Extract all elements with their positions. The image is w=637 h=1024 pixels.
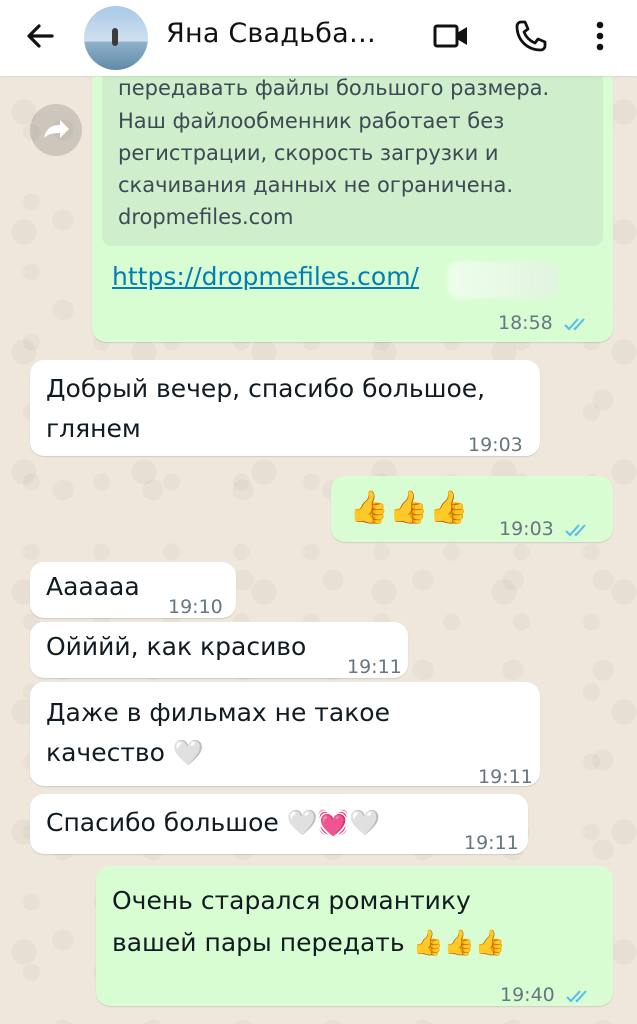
- message-time: 19:11: [478, 766, 533, 788]
- message-bubble-incoming[interactable]: Добрый вечер, спасибо большое, глянем 19…: [30, 360, 540, 456]
- message-time: 19:03: [468, 434, 523, 456]
- message-link[interactable]: https://dropmefiles.com/: [112, 262, 419, 291]
- chat-header: Яна Свадьба…: [0, 0, 637, 76]
- message-time: 18:58: [498, 312, 591, 334]
- read-receipt-icon: [565, 523, 586, 536]
- message-bubble-incoming[interactable]: Аааааа 19:10: [30, 562, 236, 618]
- message-time: 19:40: [500, 976, 593, 1014]
- read-receipt-icon: [564, 317, 585, 330]
- message-time: 19:11: [464, 832, 519, 854]
- preview-line: регистрации, скорость загрузки и: [118, 141, 499, 165]
- contact-name[interactable]: Яна Свадьба…: [166, 18, 376, 49]
- preview-line: передавать файлы большого размера.: [118, 76, 550, 100]
- message-text: глянем: [46, 414, 141, 443]
- more-vert-icon[interactable]: [580, 16, 620, 56]
- message-bubble-outgoing[interactable]: 👍👍👍 19:03: [331, 476, 613, 542]
- back-arrow-icon[interactable]: [22, 18, 58, 54]
- message-time: 19:03: [499, 510, 592, 548]
- message-time: 19:10: [168, 596, 223, 618]
- video-call-icon[interactable]: [431, 16, 471, 56]
- preview-line: скачивания данных не ограничена.: [118, 173, 514, 197]
- preview-line: Наш файлообменник работает без: [118, 109, 505, 133]
- message-bubble-outgoing[interactable]: Очень старался романтику вашей пары пере…: [96, 866, 613, 1006]
- message-text: Аааааа: [46, 572, 140, 601]
- link-preview[interactable]: передавать файлы большого размера. Наш ф…: [102, 76, 603, 246]
- read-receipt-icon: [566, 989, 587, 1002]
- message-emoji: 👍👍👍: [349, 488, 469, 526]
- message-time: 19:11: [347, 656, 402, 678]
- message-text: Ойййй, как красиво: [46, 632, 307, 661]
- contact-avatar[interactable]: [84, 6, 148, 70]
- message-bubble-incoming[interactable]: Спасибо большое 🤍💓🤍 19:11: [30, 794, 528, 854]
- message-text: Добрый вечер, спасибо большое,: [46, 374, 486, 403]
- message-text: Даже в фильмах не такое: [46, 698, 390, 727]
- message-bubble-incoming[interactable]: Даже в фильмах не такое качество 🤍 19:11: [30, 682, 540, 788]
- redacted-area: [448, 262, 558, 298]
- preview-domain: dropmefiles.com: [118, 205, 294, 229]
- forward-icon[interactable]: [30, 104, 82, 156]
- message-text: вашей пары передать 👍👍👍: [112, 928, 506, 957]
- message-text: Спасибо большое 🤍💓🤍: [46, 808, 381, 837]
- phone-icon[interactable]: [511, 16, 551, 56]
- message-text: качество 🤍: [46, 738, 204, 767]
- message-bubble-incoming[interactable]: Ойййй, как красиво 19:11: [30, 622, 408, 678]
- message-text: Очень старался романтику: [112, 886, 471, 915]
